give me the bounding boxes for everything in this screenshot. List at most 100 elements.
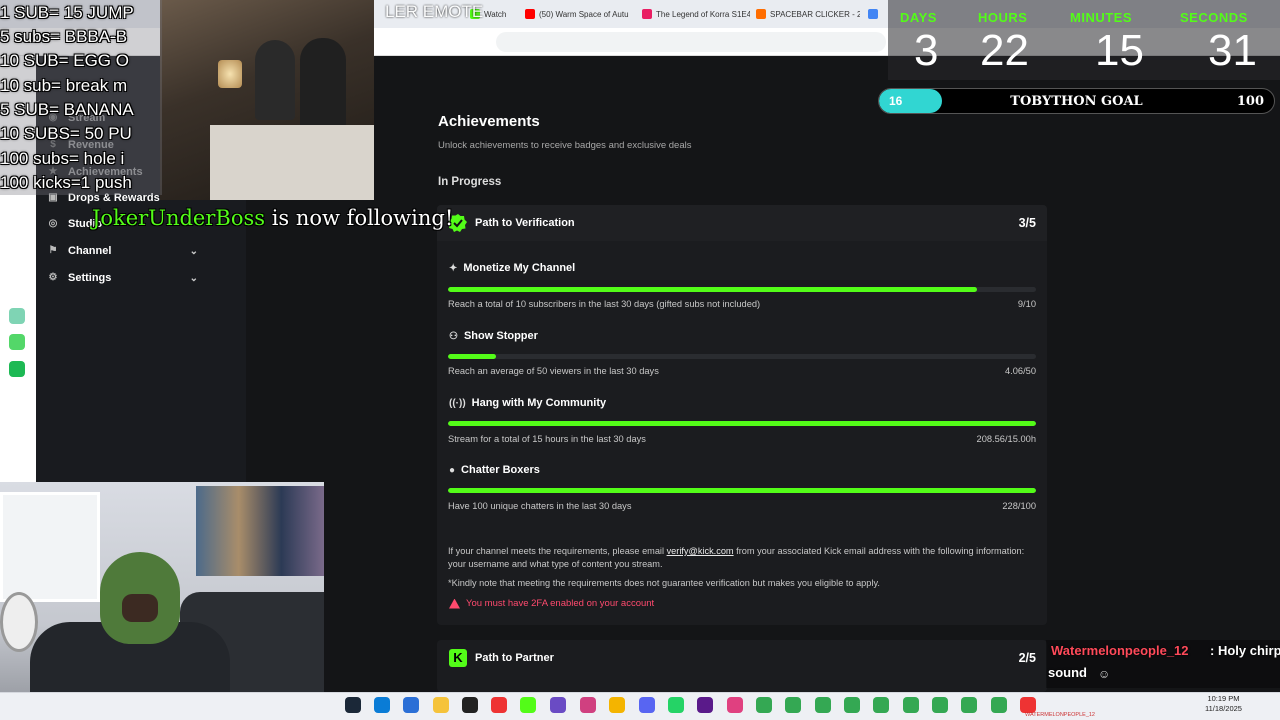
twofa-warning: You must have 2FA enabled on your accoun…: [449, 598, 654, 609]
task-description: Reach an average of 50 viewers in the la…: [448, 366, 659, 376]
chrome-icon[interactable]: [756, 697, 772, 713]
page-title: Achievements: [438, 113, 540, 130]
app-icon[interactable]: [550, 697, 566, 713]
spotify-icon[interactable]: [9, 361, 25, 377]
app-icon[interactable]: [727, 697, 743, 713]
chrome-icon[interactable]: [991, 697, 1007, 713]
sub-goal-line: 100 subs= hole i: [0, 149, 125, 168]
task-description: Reach a total of 10 subscribers in the l…: [448, 299, 761, 309]
chatgpt-icon[interactable]: [9, 308, 25, 324]
task-progress-fill: [448, 287, 978, 292]
chrome-icon[interactable]: [961, 697, 977, 713]
chrome-icon[interactable]: [815, 697, 831, 713]
chrome-icon[interactable]: [844, 697, 860, 713]
chrome-icon[interactable]: [873, 697, 889, 713]
sub-goals-overlay: 1 SUB= 15 JUMP 5 subs= BBBA-B 10 SUB= EG…: [0, 0, 162, 195]
follower-name: JokerUnderBoss: [92, 206, 266, 230]
viewers-icon: ⚇: [449, 330, 458, 342]
whatsapp-icon[interactable]: [668, 697, 684, 713]
sub-goal-line: 10 sub= break m: [0, 76, 128, 95]
timer-label-seconds: SECONDS: [1180, 10, 1248, 25]
task-value: 228/100: [1002, 501, 1036, 511]
fan: [0, 592, 38, 652]
epic-games-icon[interactable]: [462, 697, 478, 713]
youtube-icon: [525, 9, 535, 19]
browser-tab-spacebar[interactable]: SPACEBAR CLICKER - 2025: [756, 4, 860, 24]
person: [255, 40, 295, 120]
sidebar-item-channel[interactable]: ⚑ Channel ⌄: [48, 245, 198, 257]
task-progress-bar: [448, 488, 1036, 493]
task-progress-bar: [448, 287, 1036, 292]
timer-label-hours: HOURS: [978, 10, 1028, 25]
store-icon[interactable]: [403, 697, 419, 713]
browser-tab-korra[interactable]: The Legend of Korra S1E4: [642, 4, 750, 24]
sub-goal-line: 10 SUBS= 50 PU: [0, 124, 132, 143]
discord-icon[interactable]: [639, 697, 655, 713]
emote-icon: ☺: [1098, 667, 1111, 681]
chrome-icon[interactable]: [1020, 697, 1036, 713]
channel-icon: ⚑: [48, 245, 58, 256]
edge-icon[interactable]: [374, 697, 390, 713]
app-icon[interactable]: [580, 697, 596, 713]
timer-hours: 22: [980, 26, 1029, 75]
chat-icon: ●: [449, 464, 456, 476]
follow-text: is now following!: [265, 206, 454, 230]
tray-overlay-text: WATERMELONPEOPLE_12: [1025, 712, 1095, 718]
opera-icon[interactable]: [491, 697, 507, 713]
task-title-community: ((·)) Hang with My Community: [449, 397, 607, 409]
goal-bar: 16 TOBYTHON GOAL 100: [878, 88, 1275, 114]
chat-username: Watermelonpeople_12: [1051, 643, 1189, 658]
folder-icon[interactable]: [433, 697, 449, 713]
task-value: 9/10: [1017, 299, 1036, 309]
sparkle-icon: ✦: [449, 262, 458, 274]
gear-icon: ⚙: [48, 272, 58, 283]
verification-title: Path to Verification: [475, 217, 575, 229]
chrome-icon[interactable]: [785, 697, 801, 713]
page-subtitle: Unlock achievements to receive badges an…: [438, 140, 692, 151]
browser-tab-google[interactable]: [868, 4, 888, 24]
verification-count: 3/5: [1018, 216, 1036, 230]
steam-icon[interactable]: [345, 697, 361, 713]
partner-card[interactable]: [437, 640, 1047, 692]
tab-favicon-icon: [756, 9, 766, 19]
task-progress-fill: [448, 488, 1036, 493]
timer-days: 3: [914, 26, 939, 75]
task-value: 208.56/15.00h: [976, 434, 1036, 444]
person: [300, 38, 346, 128]
partner-title: Path to Partner: [475, 652, 554, 664]
chrome-icon[interactable]: [903, 697, 919, 713]
subathon-timer: DAYS HOURS MINUTES SECONDS 3 22 15 31: [888, 0, 1280, 80]
chrome-icon[interactable]: [932, 697, 948, 713]
chrome-icon[interactable]: [609, 697, 625, 713]
task-description: Have 100 unique chatters in the last 30 …: [448, 501, 632, 511]
timer-label-minutes: MINUTES: [1070, 10, 1132, 25]
section-heading: In Progress: [438, 176, 502, 188]
whatsapp-icon[interactable]: [9, 334, 25, 350]
url-field[interactable]: [496, 32, 886, 52]
streamer-face: [122, 594, 158, 622]
app-icon[interactable]: [697, 697, 713, 713]
browser-tab-youtube[interactable]: (50) Warm Space of Autu: [525, 4, 635, 24]
task-progress-bar: [448, 421, 1036, 426]
sub-goal-line: 1 SUB= 15 JUMP: [0, 3, 134, 22]
play-icon: [642, 9, 652, 19]
sub-goal-line: 5 SUB= BANANA: [0, 100, 134, 119]
video-overlay: [160, 0, 374, 200]
task-progress-bar: [448, 354, 1036, 359]
warning-icon: [449, 598, 460, 609]
chat-message: sound: [1048, 665, 1087, 680]
bed: [210, 125, 374, 200]
kick-logo-icon: K: [449, 649, 467, 667]
google-icon: [868, 9, 878, 19]
task-title-show-stopper: ⚇ Show Stopper: [449, 330, 538, 342]
kick-icon[interactable]: [520, 697, 536, 713]
studio-icon: ◎: [48, 218, 58, 229]
sidebar-item-settings[interactable]: ⚙ Settings ⌄: [48, 272, 198, 284]
system-clock[interactable]: 10:19 PM 11/18/2025: [1205, 694, 1242, 714]
lamp: [218, 60, 242, 88]
timer-minutes: 15: [1095, 26, 1144, 75]
emote-overlay-text: LER EMOTE: [385, 2, 484, 21]
verify-email-link[interactable]: verify@kick.com: [667, 546, 734, 556]
task-value: 4.06/50: [1004, 366, 1036, 376]
task-title-chatter-boxers: ● Chatter Boxers: [449, 464, 540, 476]
